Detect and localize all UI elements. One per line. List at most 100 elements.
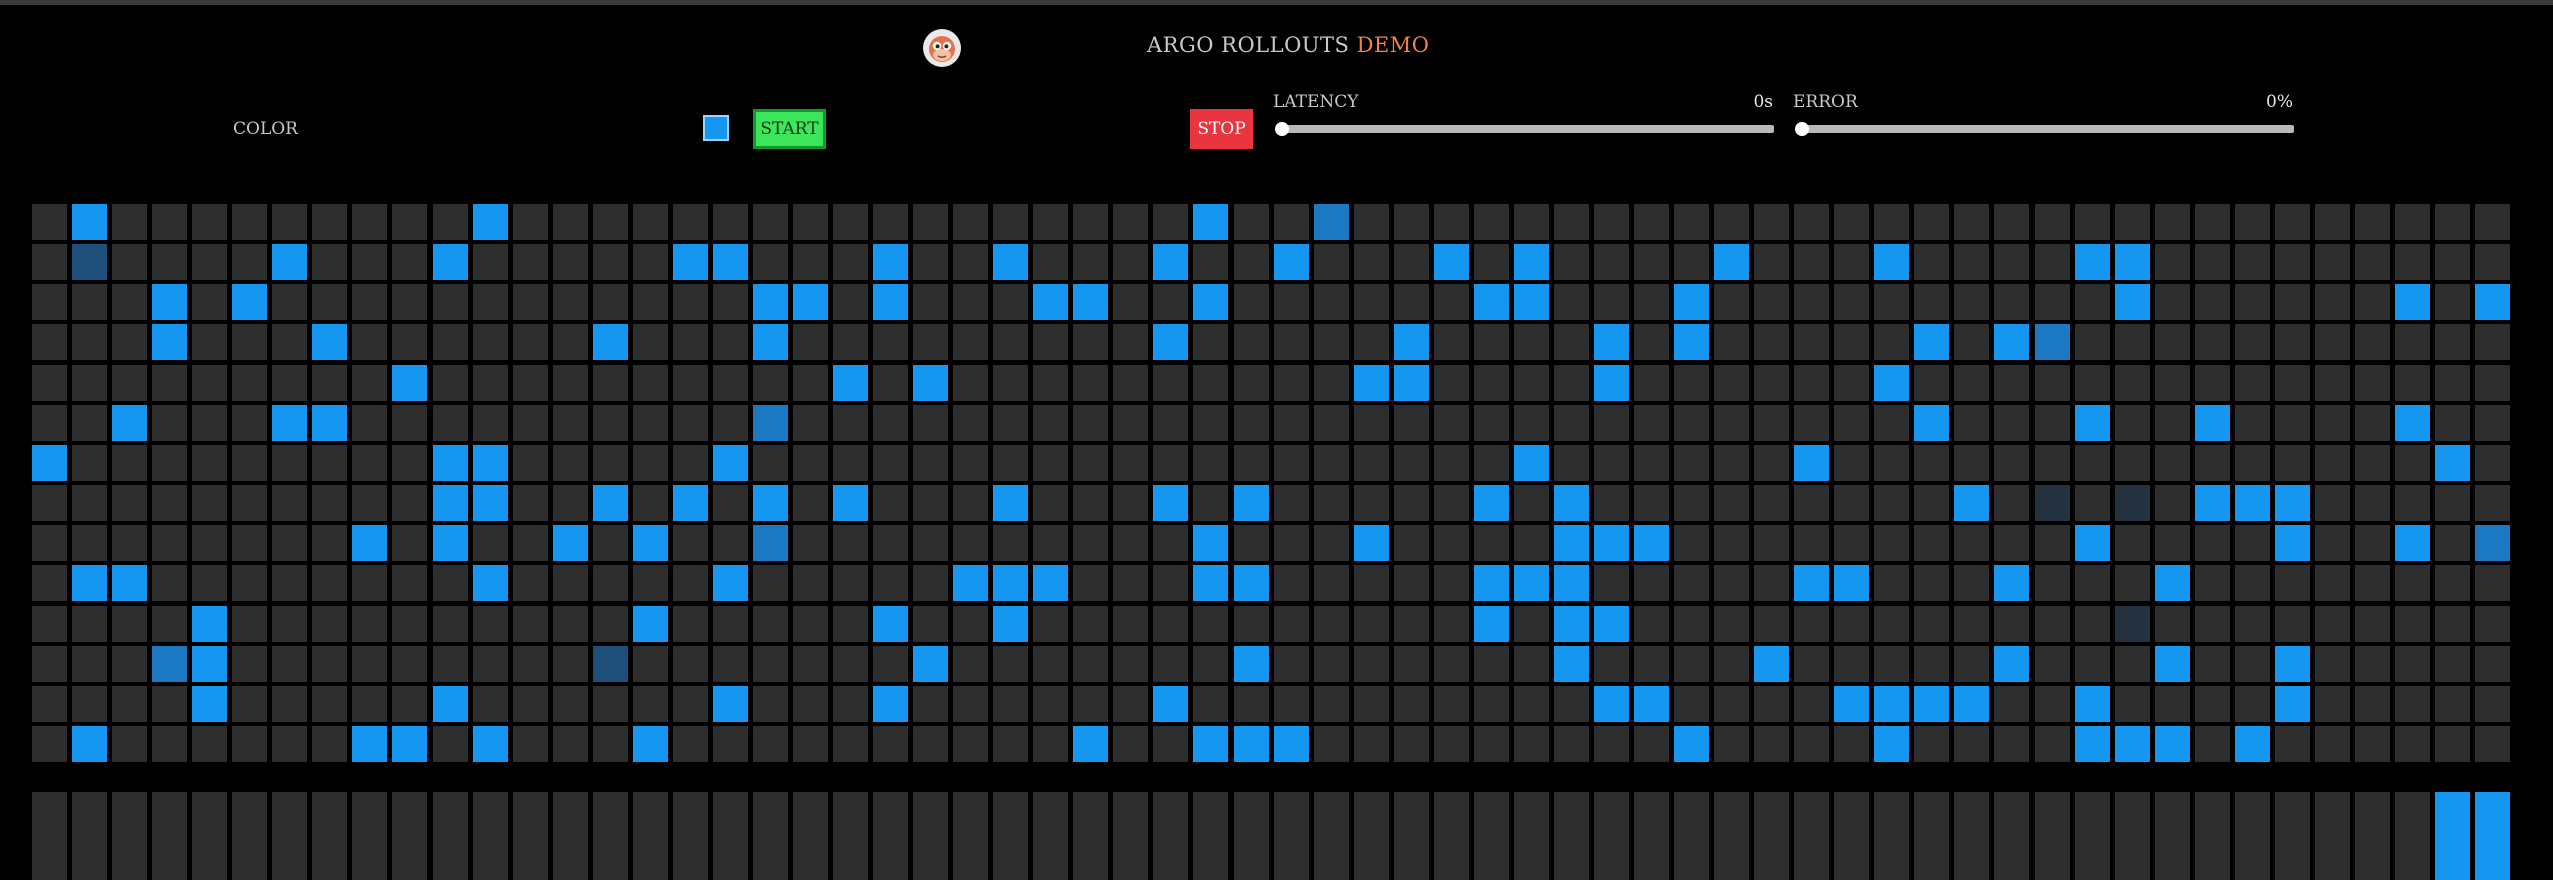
grid-cell <box>913 244 949 281</box>
grid-cell <box>2034 525 2070 562</box>
latency-slider-handle[interactable] <box>1275 122 1289 136</box>
grid-cell <box>2274 725 2310 762</box>
grid-cell <box>1714 404 1750 441</box>
grid-cell <box>352 485 388 522</box>
grid-cell <box>552 284 588 321</box>
grid-cell <box>1033 605 1069 642</box>
grid-cell <box>1393 565 1429 602</box>
color-swatch[interactable] <box>703 115 729 141</box>
grid-cell <box>672 605 708 642</box>
grid-cell <box>1073 244 1109 281</box>
grid-cell <box>2234 725 2270 762</box>
grid-cell <box>2034 645 2070 682</box>
request-bar <box>2394 792 2430 880</box>
grid-cell <box>1634 725 1669 762</box>
grid-cell <box>1914 725 1950 762</box>
grid-cell <box>1393 725 1429 762</box>
grid-cell <box>312 645 348 682</box>
grid-cell <box>472 284 508 321</box>
grid-cell <box>1674 284 1710 321</box>
grid-cell <box>1033 324 1069 361</box>
grid-cell <box>1433 645 1469 682</box>
grid-cell <box>1393 645 1429 682</box>
grid-cell <box>1794 404 1830 441</box>
grid-cell <box>72 685 108 722</box>
grid-cell <box>2234 364 2270 401</box>
grid-cell <box>2435 485 2470 522</box>
error-value: 0% <box>2266 92 2293 112</box>
grid-cell <box>2154 605 2190 642</box>
grid-cell <box>352 645 388 682</box>
grid-cell <box>312 324 348 361</box>
grid-cell <box>2154 364 2190 401</box>
grid-cell <box>2314 204 2350 240</box>
grid-cell <box>2194 364 2230 401</box>
grid-cell <box>1634 525 1669 562</box>
grid-cell <box>2394 485 2430 522</box>
grid-cell <box>913 324 949 361</box>
grid-cell <box>1914 364 1950 401</box>
grid-cell <box>2074 525 2110 562</box>
grid-cell <box>512 444 548 481</box>
grid-cell <box>1153 645 1189 682</box>
grid-cell <box>112 444 148 481</box>
grid-cell <box>192 284 228 321</box>
grid-cell <box>272 645 308 682</box>
grid-cell <box>672 404 708 441</box>
grid-cell <box>2314 284 2350 321</box>
grid-cell <box>1433 244 1469 281</box>
grid-cell <box>352 404 388 441</box>
grid-cell <box>1834 565 1870 602</box>
grid-cell <box>392 324 428 361</box>
grid-cell <box>1233 565 1269 602</box>
grid-cell <box>833 685 868 722</box>
start-button[interactable]: START <box>753 109 826 149</box>
grid-cell <box>1834 605 1870 642</box>
request-bar <box>2154 792 2190 880</box>
grid-cell <box>2314 605 2350 642</box>
grid-cell <box>1874 565 1910 602</box>
grid-cell <box>833 364 868 401</box>
grid-cell <box>1353 645 1389 682</box>
request-bar <box>1754 792 1790 880</box>
grid-cell <box>432 645 468 682</box>
grid-cell <box>1153 404 1189 441</box>
grid-cell <box>752 444 788 481</box>
grid-cell <box>392 485 428 522</box>
grid-cell <box>512 284 548 321</box>
grid-cell <box>1073 404 1109 441</box>
error-slider[interactable] <box>1795 122 2294 136</box>
grid-cell <box>112 485 148 522</box>
grid-cell <box>2274 645 2310 682</box>
grid-cell <box>672 244 708 281</box>
grid-cell <box>32 444 67 481</box>
grid-cell <box>312 605 348 642</box>
grid-cell <box>272 244 308 281</box>
grid-cell <box>1794 685 1830 722</box>
grid-cell <box>2034 685 2070 722</box>
request-bars <box>32 792 2511 880</box>
grid-cell <box>873 725 909 762</box>
grid-cell <box>1794 485 1830 522</box>
grid-cell <box>552 244 588 281</box>
grid-cell <box>792 284 828 321</box>
grid-cell <box>352 725 388 762</box>
grid-cell <box>552 525 588 562</box>
request-bar <box>512 792 548 880</box>
grid-cell <box>672 725 708 762</box>
grid-cell <box>2435 284 2470 321</box>
grid-cell <box>1674 645 1710 682</box>
grid-cell <box>1153 444 1189 481</box>
grid-cell <box>1313 685 1349 722</box>
grid-cell <box>1794 525 1830 562</box>
grid-cell <box>152 525 188 562</box>
grid-cell <box>152 404 188 441</box>
grid-cell <box>1954 565 1990 602</box>
grid-cell <box>2354 284 2390 321</box>
grid-cell <box>632 404 668 441</box>
grid-cell <box>833 485 868 522</box>
grid-cell <box>2394 645 2430 682</box>
stop-button[interactable]: STOP <box>1190 109 1253 149</box>
error-slider-handle[interactable] <box>1795 122 1809 136</box>
latency-slider[interactable] <box>1275 122 1774 136</box>
